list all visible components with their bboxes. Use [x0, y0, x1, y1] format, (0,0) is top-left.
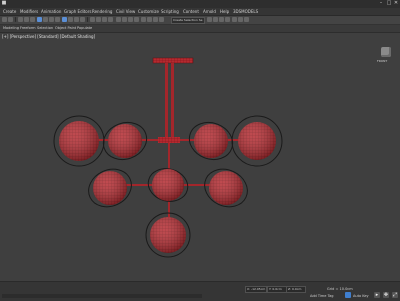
render-setup-icon[interactable]	[232, 17, 237, 22]
select-by-name-icon[interactable]	[43, 17, 48, 22]
mirror-icon[interactable]	[147, 17, 152, 22]
edit-named-selection-icon[interactable]	[141, 17, 146, 22]
percent-snap-icon[interactable]	[128, 17, 133, 22]
scale-icon[interactable]	[74, 17, 79, 22]
layer-explorer-icon[interactable]	[159, 17, 164, 22]
central-stem[interactable]	[165, 63, 174, 141]
chandelier-model[interactable]	[0, 33, 400, 281]
toolbar-separator	[15, 17, 16, 22]
y-coordinate-field[interactable]: Y: 0.0cm	[267, 286, 287, 293]
maximize-icon[interactable]: □	[386, 1, 392, 6]
schematic-view-icon[interactable]	[219, 17, 224, 22]
undo-icon[interactable]	[2, 17, 7, 22]
globe-lower-left[interactable]	[82, 162, 137, 213]
named-selection-set-dropdown[interactable]: Create Selection Se	[171, 17, 205, 24]
reference-coordinate-icon[interactable]	[90, 17, 95, 22]
menu-rendering[interactable]: Rendering	[92, 8, 112, 15]
app-logo-icon[interactable]: ■	[1, 1, 7, 6]
menu-customize[interactable]: Customize	[138, 8, 159, 15]
select-manipulate-icon[interactable]	[102, 17, 107, 22]
toggle-ribbon-icon[interactable]	[207, 17, 212, 22]
tab-populate[interactable]: Populate	[77, 25, 92, 32]
selection-region-icon[interactable]	[49, 17, 54, 22]
globe-lower-right[interactable]	[198, 162, 253, 213]
add-time-tag-label[interactable]: Add Time Tag	[310, 294, 334, 298]
placement-icon[interactable]	[80, 17, 85, 22]
pan-view-icon[interactable]: ✥	[383, 292, 389, 298]
ceiling-canopy[interactable]	[152, 57, 194, 64]
menu-animation[interactable]: Animation	[41, 8, 61, 15]
menu-create[interactable]: Create	[3, 8, 16, 15]
menu-civil-view[interactable]: Civil View	[116, 8, 135, 15]
select-object-icon[interactable]	[37, 17, 42, 22]
ribbon-tabs: Modeling Freeform Selection Object Paint…	[0, 25, 400, 33]
status-bar: X: -12.05cm Y: 0.0cm Z: 0.0cm Grid = 10.…	[0, 281, 400, 301]
timeline-slider[interactable]	[2, 294, 202, 298]
unlink-icon[interactable]	[24, 17, 29, 22]
material-editor-icon[interactable]	[225, 17, 230, 22]
snap-toggle-icon[interactable]	[116, 17, 121, 22]
auto-key-button[interactable]	[345, 292, 351, 298]
menu-content[interactable]: Content	[183, 8, 199, 15]
tab-modeling[interactable]: Modeling	[3, 25, 19, 32]
move-icon[interactable]	[62, 17, 67, 22]
align-icon[interactable]	[153, 17, 158, 22]
minimize-icon[interactable]: –	[378, 1, 384, 6]
bind-space-warp-icon[interactable]	[30, 17, 35, 22]
menu-scripting[interactable]: Scripting	[161, 8, 179, 15]
pivot-center-icon[interactable]	[96, 17, 101, 22]
globe-upper-far-left[interactable]	[53, 115, 105, 167]
menu-3dsmodels[interactable]: 3DSMODELS	[233, 8, 258, 15]
x-coordinate-field[interactable]: X: -12.05cm	[245, 286, 267, 293]
grid-size-label: Grid = 10.0cm	[327, 287, 353, 291]
curve-editor-icon[interactable]	[213, 17, 218, 22]
link-icon[interactable]	[18, 17, 23, 22]
redo-icon[interactable]	[8, 17, 13, 22]
window-crossing-icon[interactable]	[55, 17, 60, 22]
maximize-viewport-icon[interactable]: ⤢	[392, 292, 398, 298]
globe-bottom[interactable]	[145, 212, 191, 258]
close-icon[interactable]: ✕	[393, 1, 399, 6]
menu-graph-editors[interactable]: Graph Editors	[64, 8, 91, 15]
title-bar: ■ – □ ✕	[0, 0, 400, 8]
render-frame-icon[interactable]	[238, 17, 243, 22]
tab-object-paint[interactable]: Object Paint	[55, 25, 76, 32]
play-icon[interactable]: ▸	[374, 292, 380, 298]
spinner-snap-icon[interactable]	[134, 17, 139, 22]
render-production-icon[interactable]	[244, 17, 249, 22]
tab-selection[interactable]: Selection	[37, 25, 53, 32]
auto-key-label: Auto Key	[353, 294, 369, 298]
angle-snap-icon[interactable]	[122, 17, 127, 22]
globe-upper-far-right[interactable]	[231, 115, 283, 167]
menu-help[interactable]: Help	[220, 8, 229, 15]
menu-arnold[interactable]: Arnold	[203, 8, 216, 15]
rotate-icon[interactable]	[68, 17, 73, 22]
keyboard-shortcut-icon[interactable]	[108, 17, 113, 22]
perspective-viewport[interactable]: [+] [Perspective] [Standard] [Default Sh…	[0, 33, 400, 281]
toolbar-separator	[87, 17, 88, 22]
z-coordinate-field[interactable]: Z: 0.0cm	[286, 286, 306, 293]
main-toolbar: Create Selection Se	[0, 16, 400, 25]
tab-freeform[interactable]: Freeform	[20, 25, 36, 32]
menu-bar: Create Modifiers Animation Graph Editors…	[0, 8, 400, 16]
menu-modifiers[interactable]: Modifiers	[20, 8, 38, 15]
